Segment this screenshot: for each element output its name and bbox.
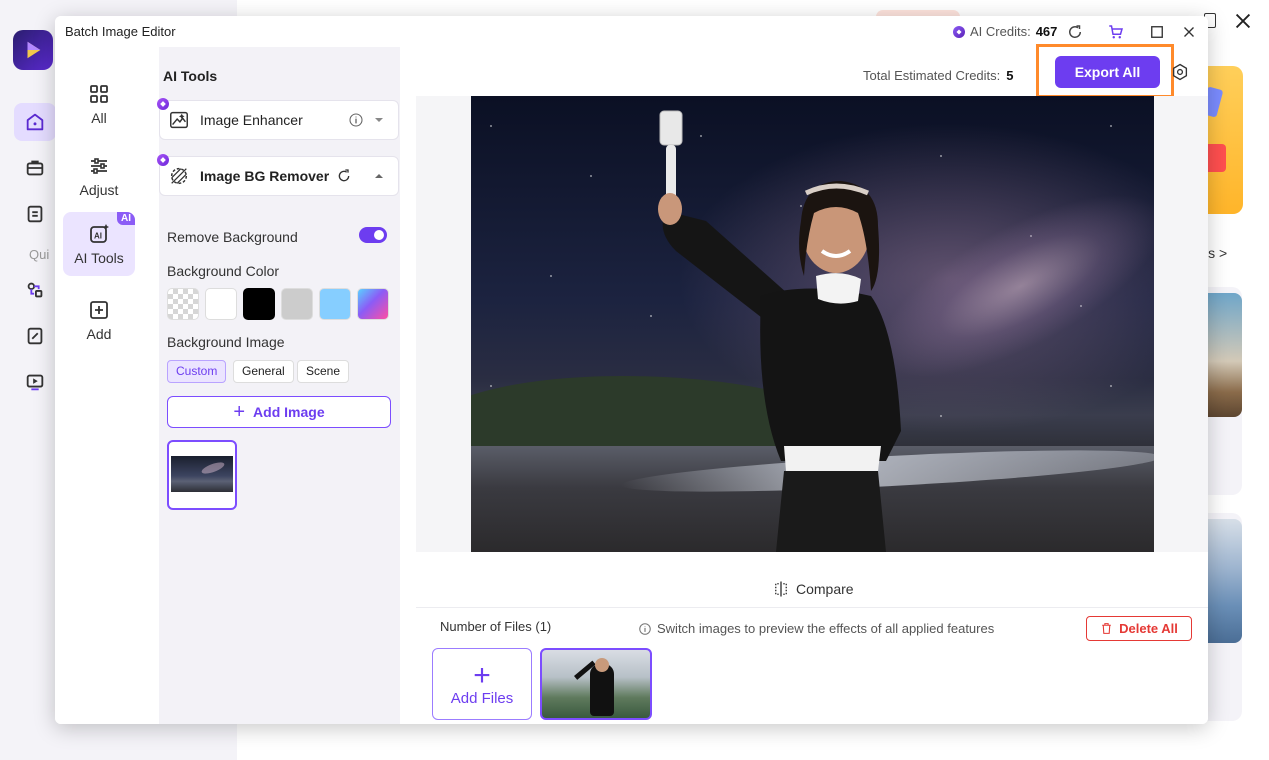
swatch-white[interactable] [205,288,237,320]
tool-label: Image BG Remover [200,168,330,184]
ai-badge: AI [117,212,135,225]
nav-home[interactable] [14,103,56,141]
ai-tools-icon: AI [90,224,109,243]
background-image-label: Background Image [167,334,285,350]
add-image-button[interactable]: + Add Image [167,396,391,428]
chevron-down-icon[interactable] [374,115,384,125]
tab-custom[interactable]: Custom [167,360,227,383]
tool-image-enhancer[interactable]: Image Enhancer [157,98,399,140]
batch-image-editor-dialog: Batch Image Editor AI Credits: 467 All A… [55,16,1208,724]
ai-credits-label: AI Credits: [970,24,1031,39]
add-image-label: Add Image [253,404,325,420]
nodes-icon [27,282,43,298]
app-logo [13,30,53,70]
estimated-credits-value: 5 [1006,68,1014,83]
credit-gem-icon [953,25,965,38]
swatch-transparent[interactable] [167,288,199,320]
ai-credits-value: 467 [1035,24,1058,39]
toolbox-icon [26,160,44,176]
estimated-credits-label: Total Estimated Credits: [863,68,1001,83]
chevron-up-icon[interactable] [374,171,384,181]
ai-tools-panel: AI Tools Image Enhancer Image BG Remover… [157,47,400,724]
swatch-gray[interactable] [281,288,313,320]
background-image-thumbnail[interactable] [167,440,237,510]
rail-item-label: Adjust [79,182,119,198]
background-color-label: Background Color [167,263,280,279]
home-icon [26,113,44,131]
nav-document[interactable] [14,195,56,233]
settings-icon[interactable] [1171,63,1189,81]
compare-button[interactable]: Compare [772,580,854,598]
swatch-gradient[interactable] [357,288,389,320]
swatch-light-blue[interactable] [319,288,351,320]
feature-rail: All Adjust AI AI AI Tools Add [55,47,143,724]
bg-remover-icon [170,167,188,185]
info-icon [639,622,651,635]
preview-hint: Switch images to preview the effects of … [638,621,994,636]
swatch-black[interactable] [243,288,275,320]
number-of-files: Number of Files (1) [440,619,552,634]
delete-all-label: Delete All [1119,621,1178,636]
document-icon [27,205,43,223]
rail-item-ai-tools[interactable]: AI AI AI Tools [63,212,135,276]
rail-item-all[interactable]: All [63,72,135,136]
compare-label: Compare [796,581,854,597]
info-icon[interactable] [348,112,364,128]
title-bar: Batch Image Editor AI Credits: 467 [55,16,1208,47]
rail-item-label: AI Tools [74,250,124,266]
edit-doc-icon [27,327,43,345]
add-files-button[interactable]: + Add Files [432,648,532,720]
plus-icon: + [233,401,246,423]
maximize-icon[interactable] [1148,23,1166,41]
tool-image-bg-remover[interactable]: Image BG Remover [157,154,399,196]
tab-scene[interactable]: Scene [297,360,350,383]
nav-quick-tool-3[interactable] [14,363,56,401]
export-all-button[interactable]: Export All [1055,56,1160,88]
close-dialog-icon[interactable] [1180,23,1198,41]
divider [416,607,1208,608]
image-enhance-icon [170,111,188,129]
more-tools-link[interactable]: ls > [1205,245,1227,261]
ai-credits: AI Credits: 467 [953,24,1057,39]
sliders-icon [91,158,107,174]
cart-icon[interactable] [1107,23,1125,41]
nav-quick-tool-1[interactable] [14,271,56,309]
rail-item-add[interactable]: Add [63,288,135,352]
plus-icon: + [473,658,491,692]
preview-area: Total Estimated Credits: 5 Export All Co… [416,44,1208,724]
subject-figure [658,110,901,552]
estimated-credits: Total Estimated Credits: 5 [863,68,1014,83]
remove-background-label: Remove Background [167,229,298,245]
preview-image [471,96,1154,552]
dialog-title: Batch Image Editor [65,24,176,39]
screen-play-icon [26,374,44,391]
ai-gem-icon [157,154,169,166]
compare-icon [775,581,787,597]
grid-icon [90,85,108,103]
tool-label: Image Enhancer [200,112,303,128]
remove-background-toggle[interactable] [359,227,387,243]
trash-icon [1102,623,1111,634]
rail-item-label: All [91,110,107,126]
delete-all-button[interactable]: Delete All [1086,616,1192,641]
play-logo-icon [27,41,41,59]
svg-text:AI: AI [94,232,102,241]
plus-box-icon [90,301,108,319]
preview-canvas [416,96,1208,552]
add-files-label: Add Files [450,689,514,707]
tab-general[interactable]: General [233,360,294,383]
panel-heading: AI Tools [163,68,218,84]
refresh-credits-icon[interactable] [1066,23,1084,41]
ai-gem-icon [157,98,169,110]
nav-toolbox[interactable] [14,149,56,187]
close-icon[interactable] [1232,10,1254,32]
file-thumbnail[interactable] [540,648,652,720]
nav-quick-tool-2[interactable] [14,317,56,355]
rail-item-adjust[interactable]: Adjust [63,144,135,208]
reset-icon[interactable] [336,168,352,184]
rail-item-label: Add [86,326,112,342]
preview-hint-text: Switch images to preview the effects of … [657,621,995,636]
quick-label: Qui [29,247,50,262]
